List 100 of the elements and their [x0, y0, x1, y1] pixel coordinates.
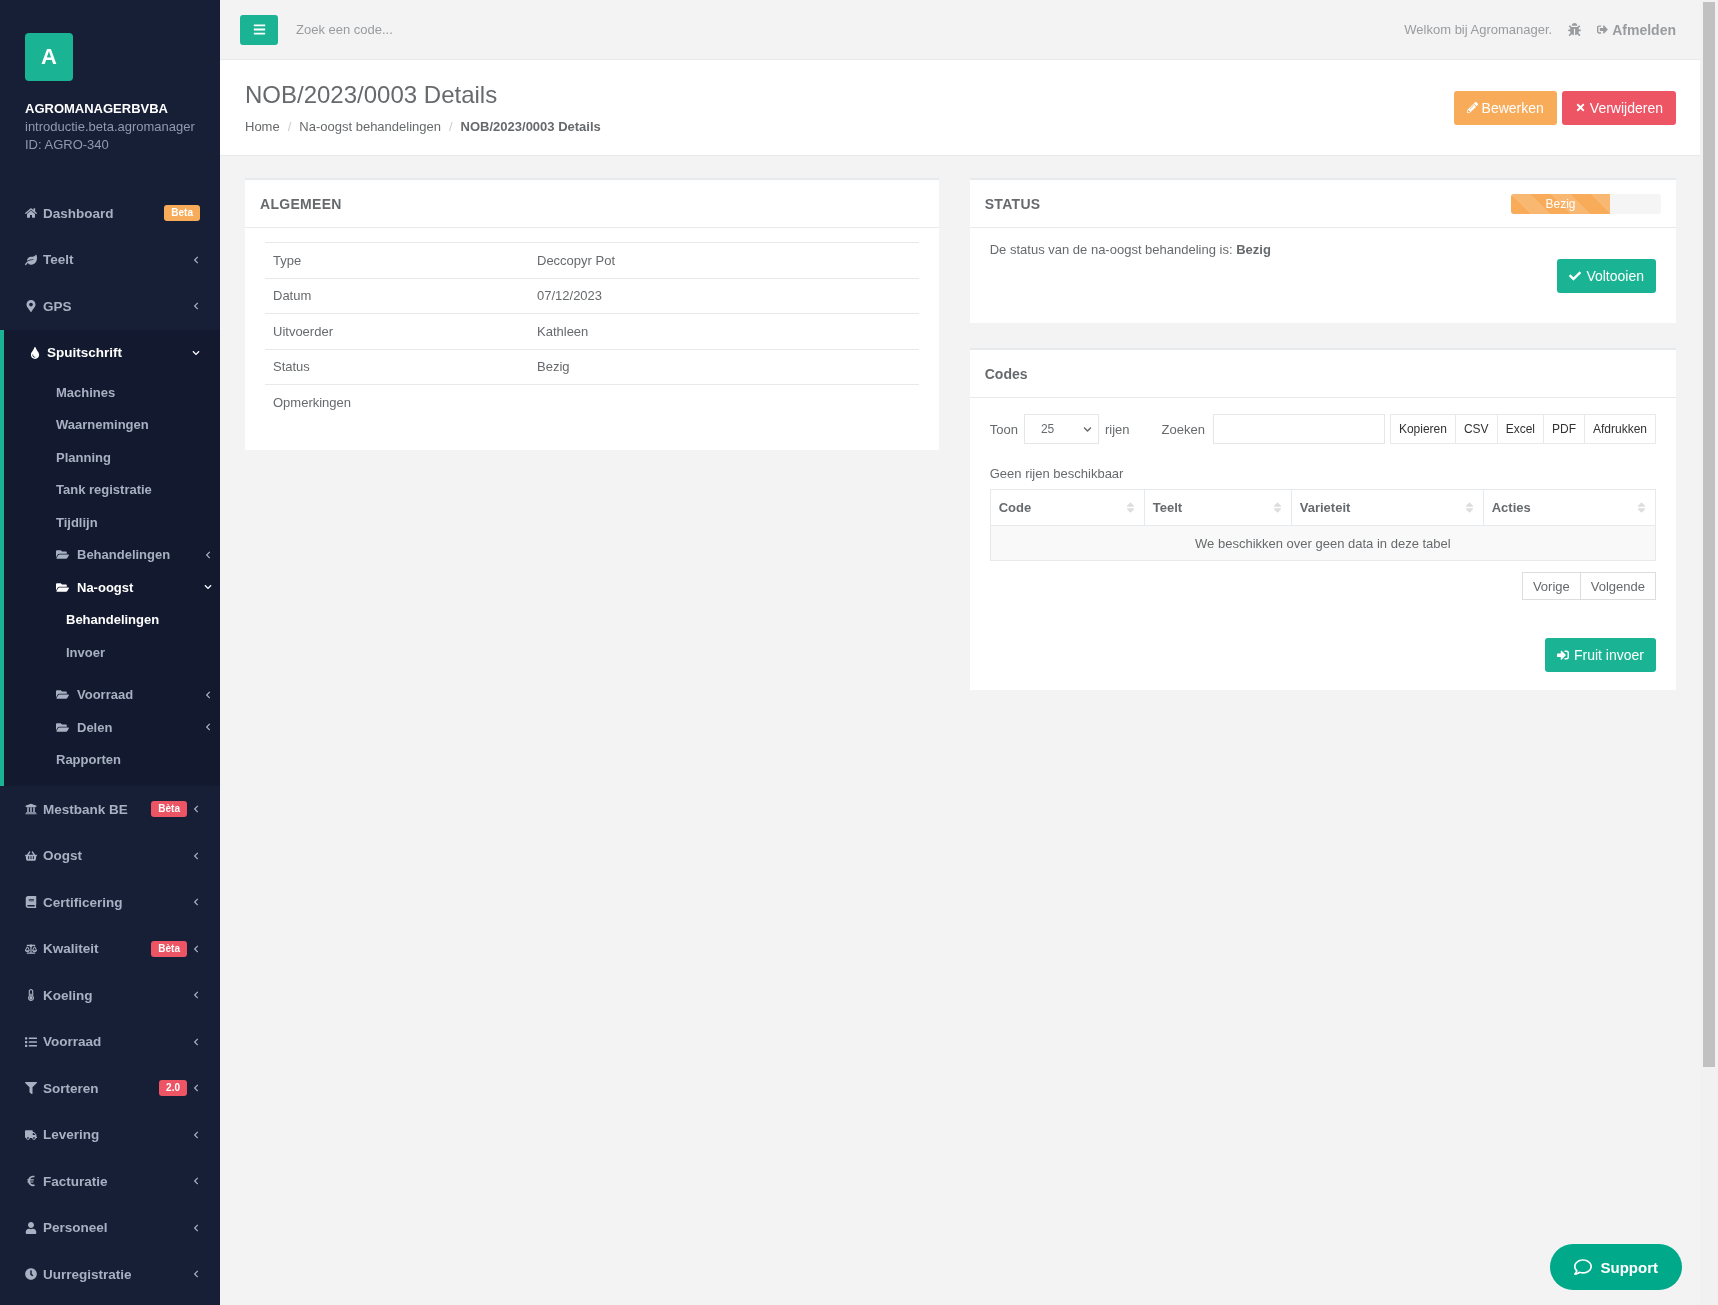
sidebar-item[interactable]: Mestbank BE Bèta	[0, 786, 220, 833]
sidebar-subitem[interactable]: Machines	[4, 376, 220, 409]
column-header[interactable]: Code	[990, 490, 1144, 525]
sidebar-subitem[interactable]: Tank registratie	[4, 473, 220, 506]
sidebar-item[interactable]: Koeling	[0, 972, 220, 1019]
sidebar-subitem[interactable]: Na-oogst	[4, 571, 220, 604]
menu-button[interactable]	[240, 14, 278, 45]
sidebar-subitem[interactable]: Voorraad	[4, 678, 220, 711]
export-button[interactable]: CSV	[1454, 414, 1498, 444]
folder-icon	[56, 580, 69, 594]
book-icon	[25, 896, 37, 909]
check-icon	[1569, 270, 1582, 282]
chat-bubble-icon	[1573, 1258, 1592, 1276]
pagination-button[interactable]: Vorige	[1521, 572, 1581, 600]
bank-icon	[25, 803, 37, 816]
export-button[interactable]: PDF	[1542, 414, 1585, 444]
field-value: 07/12/2023	[537, 288, 604, 304]
thermometer-icon	[25, 989, 37, 1002]
sidebar-subitem[interactable]: Rapporten	[4, 743, 220, 776]
sidebar-item[interactable]: GPS	[0, 283, 220, 330]
export-button[interactable]: Afdrukken	[1583, 414, 1656, 444]
basket-icon	[25, 849, 37, 862]
breadcrumb-separator: /	[287, 119, 292, 134]
search-label: Zoeken	[1161, 421, 1205, 437]
logout-icon	[1597, 24, 1609, 35]
page-title: NOB/2023/0003 Details	[245, 81, 499, 109]
sidebar-subitem[interactable]: Planning	[4, 441, 220, 474]
page-size-select[interactable]: 25	[1023, 414, 1099, 444]
sidebar-subitem[interactable]: Invoer	[4, 636, 220, 669]
scale-icon	[25, 942, 37, 955]
status-message: De status van de na-oogst behandeling is: Bezig	[989, 242, 1272, 257]
close-icon	[1574, 102, 1586, 113]
map-marker-icon	[25, 300, 37, 313]
bug-icon[interactable]	[1568, 23, 1582, 36]
field-value: Deccopyr Pot	[537, 252, 617, 268]
sidebar-item[interactable]: Uurregistratie	[0, 1251, 220, 1298]
progress-fill: Bezig	[1511, 193, 1610, 214]
field-value: Kathleen	[537, 323, 590, 339]
truck-icon	[25, 1128, 37, 1141]
sidebar-item[interactable]: Facturatie	[0, 1158, 220, 1205]
folder-icon	[56, 688, 69, 702]
folder-icon	[56, 720, 69, 734]
sidebar-subitem[interactable]: Delen	[4, 711, 220, 744]
badge: 2.0	[159, 1080, 187, 1097]
drop-icon	[29, 346, 41, 359]
user-icon	[25, 1221, 37, 1234]
domain-text: introductie.beta.agromanager	[25, 118, 195, 136]
menu-icon	[252, 23, 266, 36]
sidebar-item[interactable]: Oogst	[0, 832, 220, 879]
search-field[interactable]: Zoek een code...	[294, 21, 594, 38]
sidebar-item[interactable]: Spuitschrift	[4, 329, 220, 376]
breadcrumb-link[interactable]: NOB/2023/0003 Details	[460, 119, 601, 134]
card-title: STATUS	[984, 195, 1041, 212]
sidebar-item[interactable]: Personeel	[0, 1204, 220, 1251]
sidebar-item[interactable]: Teelt	[0, 236, 220, 283]
sidebar-subitem[interactable]: Waarnemingen	[4, 408, 220, 441]
home-icon	[25, 207, 37, 220]
breadcrumb-link[interactable]: Home	[245, 119, 280, 134]
rows-label: rijen	[1104, 421, 1130, 437]
badge: Beta	[164, 205, 200, 222]
welcome-text: Welkom bij Agromanager.	[1404, 22, 1553, 37]
filter-icon	[25, 1082, 37, 1095]
list-icon	[25, 1035, 37, 1048]
field-label: Opmerkingen	[273, 394, 353, 410]
sidebar-item[interactable]: Sorteren 2.0	[0, 1065, 220, 1112]
company-name: AGROMANAGERBVBA	[25, 100, 169, 118]
field-label: Type	[273, 252, 303, 268]
breadcrumb-link[interactable]: Na-oogst behandelingen	[299, 119, 441, 134]
clock-icon	[25, 1268, 37, 1281]
export-button[interactable]: Excel	[1496, 414, 1544, 444]
badge: Bèta	[151, 940, 187, 957]
sidebar-subitem[interactable]: Tijdlijn	[4, 506, 220, 539]
empty-table-message: We beschikken over geen data in deze tabel	[990, 525, 1655, 560]
card-title: Codes	[984, 365, 1028, 382]
field-label: Uitvoerder	[273, 323, 334, 339]
sidebar-subitem[interactable]: Behandelingen	[4, 603, 220, 636]
pencil-icon	[1466, 102, 1478, 113]
sidebar-item[interactable]: Certificering	[0, 879, 220, 926]
badge: Bèta	[151, 801, 187, 818]
caret-icon	[1082, 424, 1092, 434]
euro-icon	[25, 1175, 37, 1188]
show-label: Toon	[989, 421, 1018, 437]
sidebar-subitem[interactable]: Behandelingen	[4, 538, 220, 571]
account-id: ID: AGRO-340	[25, 136, 110, 154]
sidebar-item[interactable]: Levering	[0, 1111, 220, 1158]
scrollbar-thumb[interactable]	[1703, 2, 1715, 1067]
search-field[interactable]	[1212, 414, 1385, 444]
field-label: Status	[273, 359, 311, 375]
folder-icon	[56, 548, 69, 562]
field-label: Datum	[273, 288, 313, 304]
sort-icon	[1635, 501, 1648, 514]
sidebar-item[interactable]: Dashboard Beta	[0, 190, 220, 237]
pagination-button[interactable]: Volgende	[1579, 572, 1656, 600]
sidebar-item[interactable]: Kwaliteit Bèta	[0, 925, 220, 972]
sidebar-item[interactable]: Voorraad	[0, 1018, 220, 1065]
logo: A	[25, 33, 73, 81]
breadcrumb-separator: /	[449, 119, 453, 134]
card-title: ALGEMEEN	[260, 195, 342, 212]
export-button[interactable]: Kopieren	[1389, 414, 1456, 444]
table-info: Geen rijen beschikbaar	[989, 466, 1124, 481]
